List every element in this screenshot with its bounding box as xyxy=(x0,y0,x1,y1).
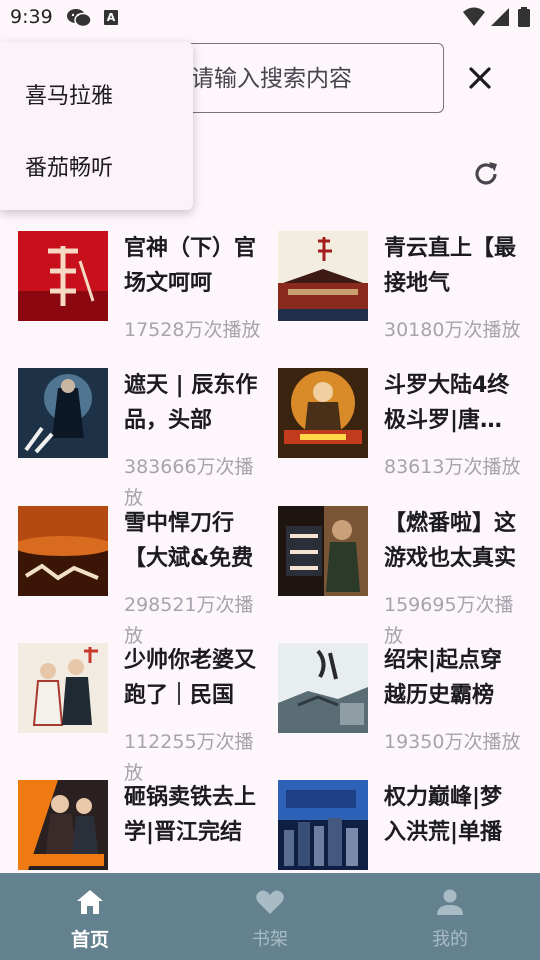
book-cover[interactable] xyxy=(18,506,108,596)
bottom-navigation: 首页 书架 我的 xyxy=(0,873,540,960)
book-cover[interactable] xyxy=(278,368,368,458)
a-notification-icon: A xyxy=(104,10,118,25)
status-time: 9:39 xyxy=(10,6,53,28)
refresh-icon[interactable] xyxy=(470,158,502,190)
book-title: 砸锅卖铁去上学|晋江完结 xyxy=(124,785,257,845)
book-cover[interactable] xyxy=(18,231,108,321)
nav-bookshelf[interactable]: 书架 xyxy=(210,873,330,960)
nav-profile[interactable]: 我的 xyxy=(390,873,510,960)
book-title: 少帅你老婆又跑了｜民国 xyxy=(124,648,257,708)
book-title: 青云直上【最接地气 xyxy=(384,236,517,296)
book-cover[interactable] xyxy=(278,780,368,870)
book-title: 雪中悍刀行【大斌&免费 xyxy=(124,511,254,571)
signal-icon xyxy=(491,8,509,26)
book-play-count: 17528万次播放 xyxy=(124,319,261,341)
book-title: 斗罗大陆4终极斗罗|唐家三少 xyxy=(384,373,510,433)
book-cover[interactable] xyxy=(278,643,368,733)
menu-item-ximalaya[interactable]: 喜马拉雅 xyxy=(25,78,113,110)
close-icon[interactable] xyxy=(462,60,498,96)
person-icon xyxy=(437,889,463,915)
book-card[interactable]: 【燃番啦】这游戏也太真实 159695万次播放 xyxy=(278,506,528,647)
nav-label: 首页 xyxy=(70,929,109,951)
nav-home[interactable]: 首页 xyxy=(30,873,150,960)
book-title: 遮天 | 辰东作品，头部 xyxy=(124,373,258,433)
status-bar: 9:39 A xyxy=(0,0,540,36)
book-cover[interactable] xyxy=(18,368,108,458)
battery-icon xyxy=(518,7,530,27)
book-card[interactable]: 官神（下）官场文呵呵 17528万次播放 xyxy=(18,231,268,367)
book-card[interactable]: 雪中悍刀行【大斌&免费 298521万次播放 xyxy=(18,506,268,647)
book-title: 绍宋|起点穿越历史霸榜 xyxy=(384,648,503,708)
wifi-icon xyxy=(463,7,485,26)
book-card[interactable]: 斗罗大陆4终极斗罗|唐家三少 83613万次播放 xyxy=(278,368,528,504)
book-cover[interactable] xyxy=(278,506,368,596)
book-cover[interactable] xyxy=(18,643,108,733)
book-play-count: 83613万次播放 xyxy=(384,456,521,478)
book-title: 【燃番啦】这游戏也太真实 xyxy=(384,511,517,571)
wechat-icon xyxy=(67,9,92,28)
book-card[interactable]: 青云直上【最接地气 30180万次播放 xyxy=(278,231,528,367)
home-icon xyxy=(77,890,103,914)
nav-label: 书架 xyxy=(252,929,288,950)
nav-label: 我的 xyxy=(432,929,468,950)
book-title: 官神（下）官场文呵呵 xyxy=(124,236,257,296)
book-play-count: 19350万次播放 xyxy=(384,731,521,753)
book-cover[interactable] xyxy=(278,231,368,321)
book-play-count: 383666万次播放 xyxy=(124,456,254,509)
book-cover[interactable] xyxy=(18,780,108,870)
book-play-count: 30180万次播放 xyxy=(384,319,521,341)
source-dropdown-menu: 喜马拉雅 番茄畅听 xyxy=(0,42,193,210)
search-input[interactable] xyxy=(191,62,431,96)
search-box[interactable] xyxy=(170,43,444,113)
book-card[interactable]: 少帅你老婆又跑了｜民国 112255万次播放 xyxy=(18,643,268,784)
menu-item-fanqie[interactable]: 番茄畅听 xyxy=(25,150,113,182)
book-card[interactable]: 遮天 | 辰东作品，头部 383666万次播放 xyxy=(18,368,268,509)
book-card[interactable]: 绍宋|起点穿越历史霸榜 19350万次播放 xyxy=(278,643,528,779)
heart-icon xyxy=(256,890,284,914)
book-title: 权力巅峰|梦入洪荒|单播 xyxy=(384,785,503,845)
